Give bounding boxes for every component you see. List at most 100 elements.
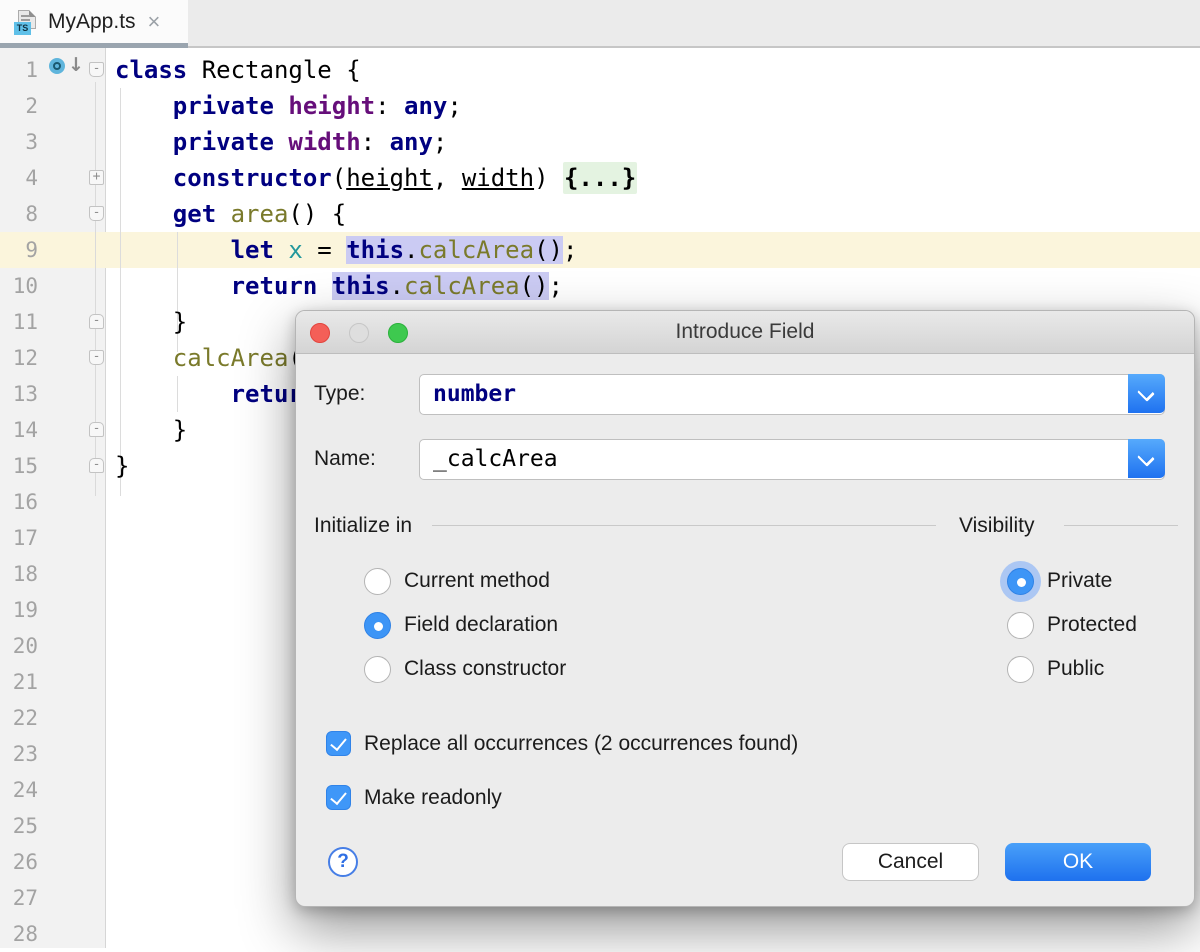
code-token (115, 344, 173, 372)
code-line: } (115, 304, 187, 340)
code-token: } (115, 416, 187, 444)
code-token (115, 164, 173, 192)
code-token: width (462, 164, 534, 192)
name-value[interactable]: _calcArea (433, 440, 558, 479)
code-token: height (346, 164, 433, 192)
radio-option-public[interactable]: Public (1007, 647, 1137, 691)
code-token: return (231, 272, 318, 300)
type-dropdown-chevron-icon[interactable] (1128, 374, 1165, 413)
code-token: () (520, 272, 549, 300)
code-line: calcArea( (115, 340, 303, 376)
code-token (115, 272, 231, 300)
radio-option-current-method[interactable]: Current method (364, 559, 566, 603)
code-token: constructor (173, 164, 332, 192)
tab-close-icon[interactable]: × (148, 11, 161, 33)
code-token (317, 272, 331, 300)
separator-line (432, 525, 936, 526)
code-token: ; (549, 272, 563, 300)
help-button[interactable]: ? (328, 847, 358, 877)
code-token: , (433, 164, 462, 192)
code-token: . (404, 236, 418, 264)
code-line: return (115, 376, 317, 412)
ok-button[interactable]: OK (1005, 843, 1151, 881)
separator-line (1064, 525, 1178, 526)
code-token: : (361, 128, 390, 156)
initialize-in-radio-group: Current method Field declaration Class con… (364, 559, 566, 691)
typescript-file-icon: TS (14, 9, 38, 35)
code-token: ; (433, 128, 447, 156)
code-token: calcArea (404, 272, 520, 300)
cancel-button[interactable]: Cancel (842, 843, 979, 881)
code-token: width (288, 128, 360, 156)
code-token: class (115, 56, 187, 84)
dialog-title-bar[interactable]: Introduce Field (296, 311, 1194, 354)
code-token: calcArea (173, 344, 289, 372)
tab-myapp-ts[interactable]: TS MyApp.ts × (0, 0, 188, 43)
radio-button[interactable] (364, 612, 391, 639)
code-token (274, 92, 288, 120)
visibility-radio-group: Private Protected Public (1007, 559, 1137, 691)
code-token: ( (332, 164, 346, 192)
code-token: ; (563, 236, 577, 264)
radio-label: Protected (1047, 613, 1137, 637)
checkbox-label: Replace all occurrences (2 occurrences f… (364, 732, 798, 756)
code-token: get (173, 200, 216, 228)
radio-option-protected[interactable]: Protected (1007, 603, 1137, 647)
type-value[interactable]: number (433, 375, 516, 414)
introduce-field-dialog: Introduce Field Type: number Name: _calc… (295, 310, 1195, 907)
visibility-title: Visibility (959, 514, 1034, 538)
ts-badge: TS (14, 22, 31, 35)
radio-label: Field declaration (404, 613, 558, 637)
code-line: } (115, 412, 187, 448)
checkbox-label: Make readonly (364, 786, 502, 810)
radio-button[interactable] (1007, 612, 1034, 639)
radio-button[interactable] (364, 656, 391, 683)
code-token: private (173, 92, 274, 120)
type-label: Type: (314, 382, 365, 406)
radio-option-field-declaration[interactable]: Field declaration (364, 603, 566, 647)
code-line: return this.calcArea(); (115, 268, 563, 304)
code-token: = (303, 236, 346, 264)
code-token (274, 128, 288, 156)
code-token: let (231, 236, 274, 264)
type-combobox[interactable]: number (419, 374, 1165, 415)
code-token (115, 236, 231, 264)
code-token: Rectangle { (187, 56, 360, 84)
code-line: let x = this.calcArea(); (115, 232, 577, 268)
radio-option-class-constructor[interactable]: Class constructor (364, 647, 566, 691)
checkbox-checked-icon[interactable] (326, 785, 351, 810)
radio-button[interactable] (364, 568, 391, 595)
checkbox-rows: Replace all occurrences (2 occurrences f… (326, 731, 798, 810)
code-token (115, 380, 231, 408)
code-token: this (332, 272, 390, 300)
dialog-title: Introduce Field (296, 320, 1194, 344)
checkbox-option-make-readonly[interactable]: Make readonly (326, 785, 798, 810)
radio-label: Class constructor (404, 657, 566, 681)
name-dropdown-chevron-icon[interactable] (1128, 439, 1165, 478)
code-token: () (534, 236, 563, 264)
code-token (115, 200, 173, 228)
file-line-decoration (21, 19, 30, 21)
radio-button[interactable] (1007, 656, 1034, 683)
code-token: private (173, 128, 274, 156)
checkbox-option-replace-all-occurrences[interactable]: Replace all occurrences (2 occurrences f… (326, 731, 798, 756)
code-token (274, 236, 288, 264)
code-token: this (346, 236, 404, 264)
name-combobox[interactable]: _calcArea (419, 439, 1165, 480)
radio-option-private[interactable]: Private (1007, 559, 1137, 603)
code-token: : (375, 92, 404, 120)
code-token: ; (447, 92, 461, 120)
code-token (216, 200, 230, 228)
code-line: private width: any; (115, 124, 447, 160)
checkbox-checked-icon[interactable] (326, 731, 351, 756)
code-token: any (404, 92, 447, 120)
code-line: } (115, 448, 129, 484)
code-token: height (288, 92, 375, 120)
code-token (115, 128, 173, 156)
radio-button[interactable] (1007, 568, 1034, 595)
code-token: . (390, 272, 404, 300)
radio-label: Public (1047, 657, 1104, 681)
code-line: constructor(height, width) {...} (115, 160, 637, 196)
code-token: x (288, 236, 302, 264)
tab-title: MyApp.ts (48, 10, 136, 34)
